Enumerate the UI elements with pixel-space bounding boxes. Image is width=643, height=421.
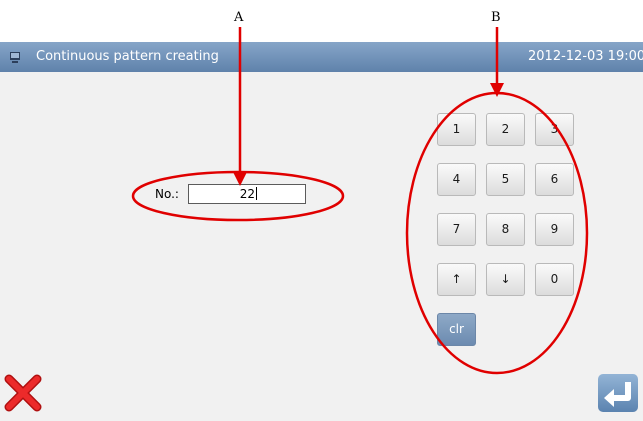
annotation-b-ellipse [405,91,589,375]
annotation-b-arrowhead [490,83,504,97]
annotation-overlay [131,27,589,375]
annotation-a-arrowhead [233,172,247,186]
